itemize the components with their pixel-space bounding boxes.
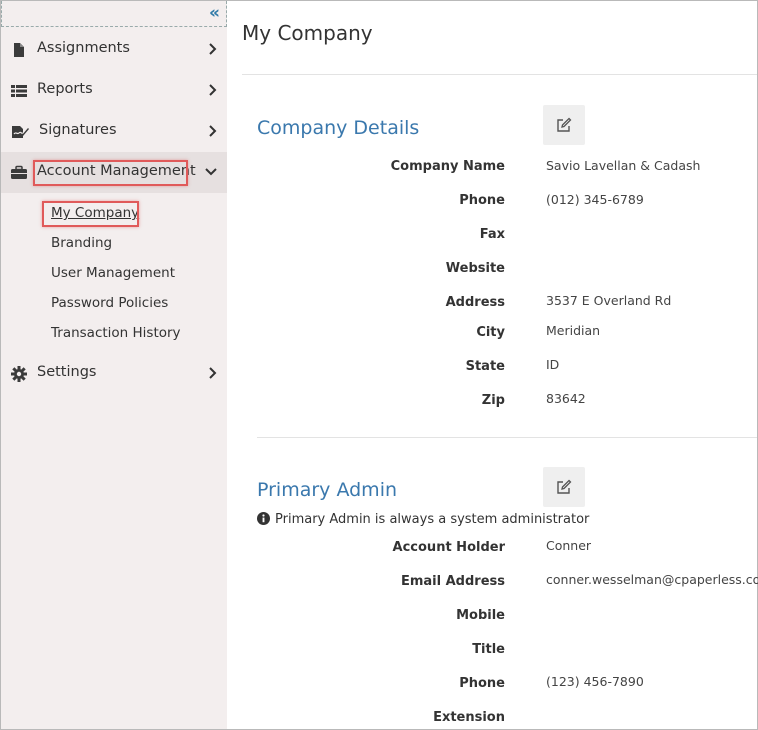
edit-icon: [557, 479, 572, 494]
divider: [257, 437, 757, 438]
field-label: Email Address: [400, 574, 505, 589]
field-value: 3537 E Overland Rd: [546, 293, 672, 308]
sidebar-item-signatures[interactable]: Signatures: [1, 111, 227, 152]
field-label: City: [476, 325, 505, 340]
primary-admin-note: Primary Admin is always a system adminis…: [257, 512, 589, 527]
field-label: Mobile: [456, 608, 505, 623]
chevron-down-icon: [205, 168, 217, 176]
chevron-right-icon: [209, 125, 217, 137]
divider: [242, 74, 757, 75]
file-icon: [14, 43, 24, 57]
field-label: Zip: [481, 393, 505, 408]
chevron-right-icon: [209, 84, 217, 96]
field-value: (012) 345-6789: [546, 192, 644, 207]
section-title-company-details: Company Details: [257, 117, 420, 139]
subitem-user-management[interactable]: User Management: [51, 265, 175, 281]
sidebar-item-label: Settings: [37, 364, 97, 380]
sidebar-item-settings[interactable]: Settings: [1, 353, 227, 394]
field-value: (123) 456-7890: [546, 674, 644, 689]
field-label: Company Name: [390, 159, 505, 174]
sidebar-item-assignments[interactable]: Assignments: [1, 29, 227, 70]
field-label: Extension: [433, 710, 505, 725]
edit-company-details-button[interactable]: [543, 105, 585, 145]
double-chevron-left-icon[interactable]: «: [209, 4, 220, 22]
info-icon: [257, 512, 270, 525]
subitem-password-policies[interactable]: Password Policies: [51, 295, 168, 311]
field-value: Conner: [546, 538, 592, 553]
signature-icon: [12, 126, 29, 138]
field-label: Address: [445, 295, 505, 310]
field-label: Phone: [459, 676, 505, 691]
sidebar-item-label: Assignments: [37, 40, 130, 56]
sidebar-item-label: Signatures: [39, 122, 117, 138]
sidebar: « Assignments Reports Signatures Account…: [1, 1, 227, 729]
field-value: 83642: [546, 391, 586, 406]
field-label: Phone: [459, 193, 505, 208]
highlight-box-my-company: [42, 201, 139, 227]
subitem-branding[interactable]: Branding: [51, 235, 112, 251]
field-value: Savio Lavellan & Cadash: [546, 158, 701, 173]
sidebar-item-reports[interactable]: Reports: [1, 70, 227, 111]
field-label: Website: [445, 261, 505, 276]
edit-icon: [557, 117, 572, 132]
gear-icon: [11, 366, 27, 382]
subitem-transaction-history[interactable]: Transaction History: [51, 325, 181, 341]
edit-primary-admin-button[interactable]: [543, 467, 585, 507]
field-label: Fax: [479, 227, 505, 242]
field-value: ID: [546, 357, 560, 372]
briefcase-icon: [11, 165, 27, 179]
note-text: Primary Admin is always a system adminis…: [275, 512, 590, 527]
sidebar-collapse-bar[interactable]: «: [1, 1, 227, 27]
field-label: Account Holder: [392, 540, 505, 555]
list-icon: [11, 85, 27, 97]
field-label: Title: [472, 642, 505, 657]
chevron-right-icon: [209, 43, 217, 55]
section-title-primary-admin: Primary Admin: [257, 479, 398, 501]
chevron-right-icon: [209, 367, 217, 379]
field-value: Meridian: [546, 323, 601, 338]
highlight-box-account-management: [33, 160, 188, 186]
sidebar-item-label: Reports: [37, 81, 93, 97]
page-title: My Company: [242, 21, 373, 45]
field-label: State: [465, 359, 505, 374]
main-content: My Company Company Details Company Name …: [228, 1, 758, 729]
field-value: conner.wesselman@cpaperless.com: [546, 572, 758, 587]
